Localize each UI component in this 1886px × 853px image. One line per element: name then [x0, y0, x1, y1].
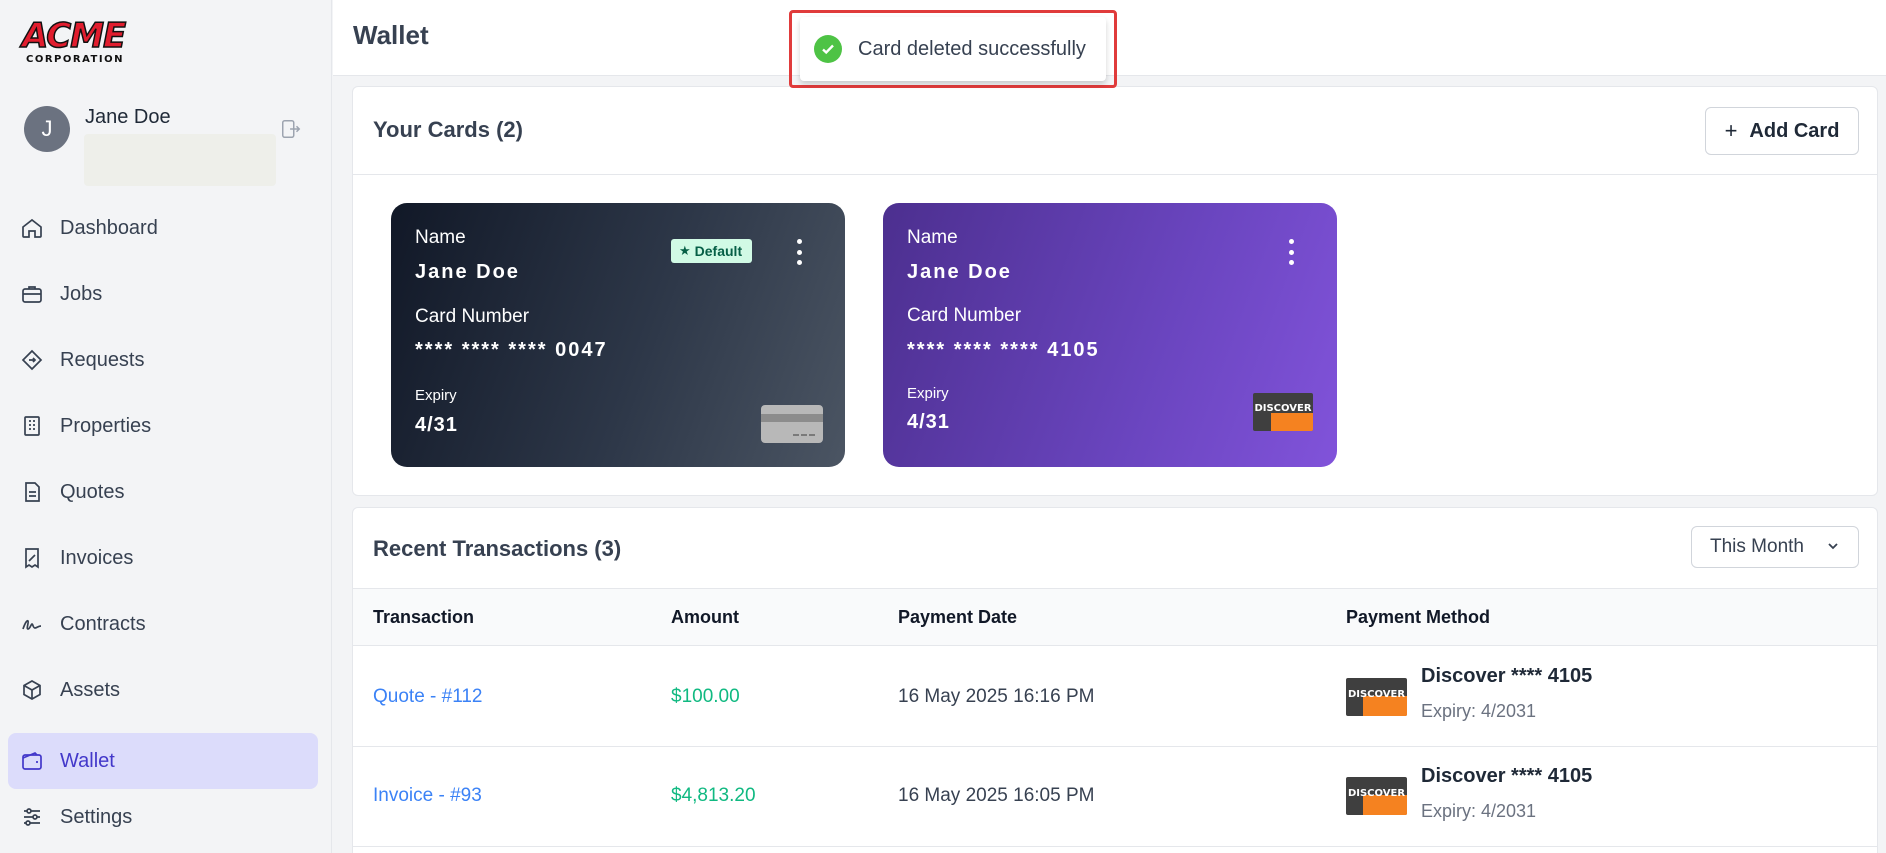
acme-logo[interactable]: ACME CORPORATION: [21, 16, 127, 66]
your-cards-panel: Your Cards (2) + Add Card Name Jane Doe …: [352, 86, 1878, 496]
default-badge: ★ Default: [671, 239, 753, 263]
chevron-down-icon: [1828, 543, 1838, 550]
card-expiry: 4/31: [415, 414, 458, 436]
payment-card-default[interactable]: Name Jane Doe ★ Default Card Number ****…: [391, 203, 845, 467]
table-row: Quote - #112 $100.00 16 May 2025 16:16 P…: [353, 647, 1877, 747]
avatar[interactable]: J: [24, 106, 70, 152]
card-expiry: 4/31: [907, 411, 950, 433]
sliders-icon: [20, 805, 44, 829]
kebab-menu-icon[interactable]: [793, 239, 805, 265]
payment-card-discover[interactable]: Name Jane Doe Card Number **** **** ****…: [883, 203, 1337, 467]
page-title: Wallet: [353, 20, 429, 50]
generic-card-icon: [761, 405, 823, 443]
cards-panel-header: Your Cards (2) + Add Card: [353, 87, 1877, 175]
home-icon: [20, 216, 44, 240]
payment-method-name: Discover **** 4105: [1421, 665, 1593, 687]
user-details-redacted: [84, 134, 276, 186]
card-holder-name: Jane Doe: [907, 261, 1012, 283]
transactions-table-header: Transaction Amount Payment Date Payment …: [353, 588, 1877, 646]
card-holder-name: Jane Doe: [415, 261, 520, 283]
payment-method-expiry: Expiry: 4/2031: [1421, 801, 1537, 821]
sidebar-item-quotes[interactable]: Quotes: [8, 459, 318, 525]
sidebar-item-label: Quotes: [60, 480, 125, 503]
cube-icon: [20, 678, 44, 702]
column-payment-method[interactable]: Payment Method: [1346, 607, 1490, 628]
cards-panel-title: Your Cards (2): [373, 117, 523, 142]
column-amount[interactable]: Amount: [671, 607, 739, 628]
sidebar-item-label: Jobs: [60, 282, 103, 305]
toast-message: Card deleted successfully: [858, 37, 1086, 60]
recent-transactions-panel: Recent Transactions (3) This Month Trans…: [352, 507, 1878, 853]
card-expiry-label: Expiry: [907, 385, 949, 402]
column-transaction[interactable]: Transaction: [373, 607, 474, 628]
document-icon: [20, 480, 44, 504]
sidebar-item-label: Assets: [60, 678, 121, 701]
sidebar-nav: Dashboard Jobs Requests Properties Quote…: [8, 195, 318, 845]
sidebar-item-label: Invoices: [60, 546, 134, 569]
card-number: **** **** **** 4105: [907, 339, 1100, 361]
user-name: Jane Doe: [85, 106, 171, 128]
sidebar-item-assets[interactable]: Assets: [8, 657, 318, 723]
signature-icon: [20, 612, 44, 636]
plus-icon: +: [1724, 118, 1738, 143]
sidebar-item-properties[interactable]: Properties: [8, 393, 318, 459]
sidebar: ACME CORPORATION J Jane Doe Dashboard Jo…: [0, 0, 332, 853]
kebab-menu-icon[interactable]: [1285, 239, 1297, 265]
badge-label: Default: [694, 243, 743, 259]
sidebar-item-label: Wallet: [60, 749, 115, 772]
transaction-amount: $100.00: [671, 686, 740, 707]
transaction-amount: $4,813.20: [671, 785, 756, 806]
payment-method-expiry: Expiry: 4/2031: [1421, 701, 1537, 721]
card-name-label: Name: [415, 227, 466, 248]
diamond-icon: [20, 348, 44, 372]
user-profile: J Jane Doe: [24, 106, 314, 186]
toast-highlight: Card deleted successfully: [789, 10, 1117, 88]
sidebar-item-label: Contracts: [60, 612, 146, 635]
transactions-title: Recent Transactions (3): [373, 536, 622, 561]
month-filter-label: This Month: [1710, 536, 1804, 557]
card-number: **** **** **** 0047: [415, 339, 608, 361]
discover-logo: DISCOVER: [1253, 393, 1313, 431]
logo-title: ACME: [21, 16, 127, 56]
wallet-icon: [20, 749, 44, 773]
sidebar-item-requests[interactable]: Requests: [8, 327, 318, 393]
month-filter-dropdown[interactable]: This Month: [1691, 526, 1859, 568]
logout-icon[interactable]: [280, 118, 302, 140]
briefcase-icon: [20, 282, 44, 306]
table-row: Invoice - #93 $4,813.20 16 May 2025 16:0…: [353, 747, 1877, 847]
building-icon: [20, 414, 44, 438]
sidebar-item-label: Settings: [60, 805, 133, 828]
transaction-date: 16 May 2025 16:05 PM: [898, 785, 1095, 806]
add-card-label: Add Card: [1749, 119, 1840, 142]
transaction-link[interactable]: Quote - #112: [373, 686, 483, 708]
add-card-button[interactable]: + Add Card: [1705, 107, 1859, 155]
sidebar-item-dashboard[interactable]: Dashboard: [8, 195, 318, 261]
sidebar-item-wallet[interactable]: Wallet: [8, 733, 318, 789]
card-number-label: Card Number: [907, 305, 1022, 326]
card-expiry-label: Expiry: [415, 387, 457, 404]
payment-method-name: Discover **** 4105: [1421, 765, 1593, 787]
sidebar-item-label: Dashboard: [60, 216, 158, 239]
discover-logo: DISCOVER: [1346, 777, 1407, 815]
receipt-icon: [20, 546, 44, 570]
transaction-date: 16 May 2025 16:16 PM: [898, 686, 1095, 707]
sidebar-item-label: Properties: [60, 414, 152, 437]
sidebar-item-settings[interactable]: Settings: [8, 789, 318, 845]
sidebar-item-label: Requests: [60, 348, 145, 371]
sidebar-item-contracts[interactable]: Contracts: [8, 591, 318, 657]
discover-logo: DISCOVER: [1346, 678, 1407, 716]
sidebar-item-jobs[interactable]: Jobs: [8, 261, 318, 327]
transaction-link[interactable]: Invoice - #93: [373, 785, 482, 807]
column-payment-date[interactable]: Payment Date: [898, 607, 1017, 628]
star-icon: ★: [679, 243, 691, 258]
card-number-label: Card Number: [415, 306, 530, 327]
check-circle-icon: [814, 35, 842, 63]
logo-subtitle: CORPORATION: [26, 54, 124, 65]
toast-notification[interactable]: Card deleted successfully: [800, 17, 1106, 81]
card-name-label: Name: [907, 227, 958, 248]
sidebar-item-invoices[interactable]: Invoices: [8, 525, 318, 591]
